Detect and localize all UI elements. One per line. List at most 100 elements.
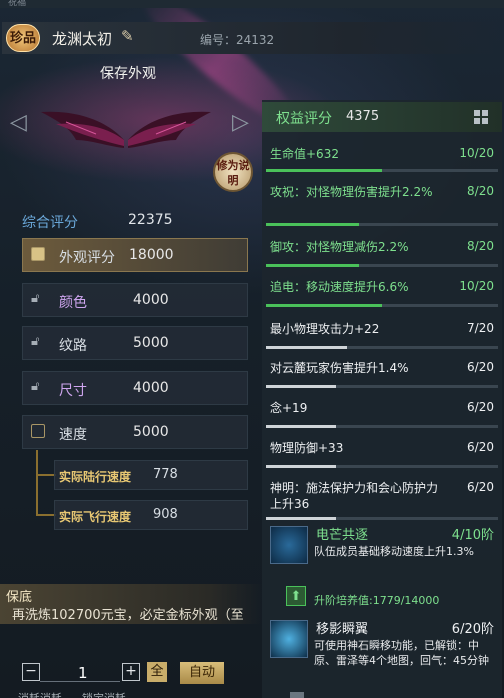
stat-bar — [266, 169, 498, 172]
upgrade-arrow-icon[interactable]: ⬆ — [286, 586, 306, 606]
stat-row: 物理防御+33 6/20 — [266, 436, 502, 468]
skill-title: 移影瞬翼 — [316, 622, 369, 637]
skill-desc: 队伍成员基础移动速度上升1.3% — [314, 545, 474, 558]
decrease-button[interactable]: − — [22, 663, 40, 681]
attr-value: 18000 — [129, 247, 174, 263]
speed-value: 908 — [153, 507, 178, 522]
stat-name: 物理防御+33 — [270, 441, 344, 455]
skill-title: 电芒共逐 — [316, 528, 369, 543]
stat-row: 攻祝：对怪物理伤害提升2.2% 8/20 — [266, 180, 502, 226]
stat-bar-fill — [266, 169, 382, 172]
upgrade-progress: 升阶培养值:1779/14000 — [314, 594, 440, 607]
lock-icon[interactable]: 🔓︎ — [31, 334, 39, 349]
increase-button[interactable]: + — [122, 663, 140, 681]
all-button[interactable]: 全 — [147, 662, 167, 682]
rarity-badge: 珍品 — [6, 24, 40, 52]
stat-count: 6/20 — [467, 440, 494, 454]
stat-count: 10/20 — [459, 146, 494, 160]
checkbox-icon[interactable] — [31, 424, 45, 438]
speed-row-land: 实际陆行速度 778 — [54, 460, 248, 490]
serial-number: 编号：24132 — [200, 33, 275, 47]
save-appearance-button[interactable]: 保存外观 — [100, 63, 156, 83]
stat-count: 8/20 — [467, 184, 494, 198]
stat-bar-fill — [266, 304, 382, 307]
stat-name: 念+19 — [270, 401, 308, 415]
attr-label: 尺寸 — [59, 383, 87, 399]
stat-row: 生命值+632 10/20 — [266, 142, 502, 172]
stat-row: 念+19 6/20 — [266, 396, 502, 428]
stat-bar-fill — [266, 465, 336, 468]
stat-count: 6/20 — [467, 360, 494, 374]
item-name: 龙渊太初 — [52, 30, 113, 48]
stat-name: 对云麓玩家伤害提升1.4% — [270, 361, 409, 375]
guarantee-title: 保底 — [6, 590, 33, 605]
attr-value: 4000 — [133, 380, 169, 396]
next-skill-icon[interactable] — [290, 692, 304, 698]
stat-count: 10/20 — [459, 279, 494, 293]
top-tab[interactable]: 祝福 — [0, 0, 504, 8]
guarantee-banner: 保底 再洗炼102700元宝，必定金标外观（至 — [0, 584, 262, 624]
speed-label: 实际陆行速度 — [59, 470, 132, 484]
stat-bar — [266, 264, 498, 267]
skill-desc: 可使用神石瞬移功能，已解锁：中原、雷泽等4个地图，回气：45分钟 — [314, 639, 489, 667]
quantity-underline — [40, 681, 120, 682]
stat-name: 神明：施法保护力和会心防护力上升36 — [270, 481, 439, 511]
grid-view-icon[interactable] — [474, 110, 488, 124]
panel-header: 权益评分 4375 — [262, 102, 502, 132]
panel-score: 4375 — [346, 109, 380, 124]
attr-row-pattern[interactable]: 🔓︎ 纹路 5000 — [22, 326, 248, 360]
repair-info-button[interactable]: 修为说明 — [213, 152, 253, 192]
stat-count: 6/20 — [467, 400, 494, 414]
quantity-value[interactable]: 1 — [78, 664, 88, 682]
stat-bar-fill — [266, 385, 336, 388]
stat-bar — [266, 385, 498, 388]
stat-bar-fill — [266, 425, 336, 428]
attr-label: 纹路 — [59, 338, 87, 354]
speed-label: 实际飞行速度 — [59, 510, 132, 524]
teleport-skill-icon — [270, 620, 308, 658]
lock-icon[interactable]: 🔓︎ — [31, 379, 39, 394]
lock-icon[interactable]: 🔓︎ — [31, 291, 39, 306]
wings-preview — [41, 111, 211, 148]
stat-bar-fill — [266, 346, 348, 349]
attr-value: 5000 — [133, 335, 169, 351]
auto-button[interactable]: 自动 — [180, 662, 224, 684]
checkbox-icon[interactable] — [31, 247, 45, 261]
attr-label: 颜色 — [59, 295, 87, 311]
stat-bar-fill — [266, 517, 336, 520]
next-arrow-icon[interactable]: ▷ — [232, 110, 249, 135]
rename-brush-icon[interactable]: ✎ — [121, 27, 134, 45]
stat-bar — [266, 425, 498, 428]
stat-name: 最小物理攻击力+22 — [270, 322, 380, 336]
attr-value: 4000 — [133, 292, 169, 308]
skill-row[interactable]: 移影瞬翼 6/20阶 可使用神石瞬移功能，已解锁：中原、雷泽等4个地图，回气：4… — [266, 616, 502, 688]
stat-row: 对云麓玩家伤害提升1.4% 6/20 — [266, 356, 502, 388]
stat-row: 最小物理攻击力+22 7/20 — [266, 317, 502, 349]
attr-row-color[interactable]: 🔓︎ 颜色 4000 — [22, 283, 248, 317]
footer-consume-right: 锁定消耗 — [82, 690, 126, 698]
stat-count: 6/20 — [467, 480, 494, 494]
panel-title: 权益评分 — [276, 111, 332, 127]
skill-row[interactable]: 电芒共逐 4/10阶 队伍成员基础移动速度上升1.3% — [266, 522, 502, 584]
stat-name: 攻祝：对怪物理伤害提升2.2% — [270, 185, 433, 199]
attr-row-size[interactable]: 🔓︎ 尺寸 4000 — [22, 371, 248, 405]
prev-arrow-icon[interactable]: ◁ — [10, 110, 27, 135]
stat-bar — [266, 304, 498, 307]
attr-label: 外观评分 — [59, 250, 115, 266]
stat-name: 御攻：对怪物理减伤2.2% — [270, 240, 409, 254]
stat-bar — [266, 465, 498, 468]
summary-label: 综合评分 — [22, 215, 78, 231]
attr-row-appearance[interactable]: 外观评分 18000 — [22, 238, 248, 272]
stat-count: 8/20 — [467, 239, 494, 253]
stat-bar-fill — [266, 223, 359, 226]
stat-count: 7/20 — [467, 321, 494, 335]
stat-row: 追电：移动速度提升6.6% 10/20 — [266, 275, 502, 307]
attr-row-speed[interactable]: 速度 5000 — [22, 415, 248, 449]
stat-bar — [266, 346, 498, 349]
stat-row: 御攻：对怪物理减伤2.2% 8/20 — [266, 235, 502, 267]
skill-level: 6/20阶 — [451, 622, 494, 637]
stat-name: 生命值+632 — [270, 147, 339, 161]
stat-row: 神明：施法保护力和会心防护力上升36 6/20 — [266, 476, 502, 520]
stat-bar — [266, 223, 498, 226]
stat-bar-fill — [266, 264, 359, 267]
